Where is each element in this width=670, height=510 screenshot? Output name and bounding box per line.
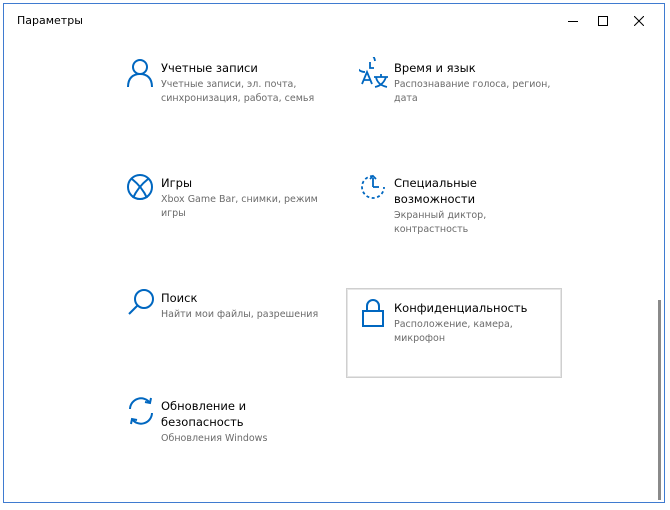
search-icon xyxy=(126,287,158,319)
vertical-scrollbar[interactable] xyxy=(658,300,661,500)
tile-name: Поиск xyxy=(161,291,198,305)
tile-description: Учетные записи, эл. почта, синхронизация… xyxy=(161,79,315,104)
maximize-icon xyxy=(598,16,608,26)
close-button[interactable] xyxy=(616,4,662,38)
settings-window: Параметры Учетные записи Учетные записи,… xyxy=(3,3,665,503)
tile-description: Распознавание голоса, регион, дата xyxy=(394,79,551,104)
xbox-icon xyxy=(126,172,158,204)
tile-name: Время и язык xyxy=(394,61,476,75)
tile-gaming[interactable]: Игры Xbox Game Bar, снимки, режим игры xyxy=(113,163,329,253)
tile-name: Учетные записи xyxy=(161,61,258,75)
tile-time-language[interactable]: Время и язык Распознавание голоса, регио… xyxy=(346,48,562,138)
tile-ease-of-access[interactable]: Специальные возможности Экранный диктор,… xyxy=(346,163,562,253)
tile-description: Найти мои файлы, разрешения xyxy=(161,309,319,320)
tile-name: Конфиденциальность xyxy=(394,301,528,315)
tile-update-security[interactable]: Обновление и безопасность Обновления Win… xyxy=(113,386,329,476)
title-bar[interactable]: Параметры xyxy=(4,4,664,38)
time-language-icon xyxy=(359,57,391,89)
minimize-icon xyxy=(568,21,578,22)
tile-name: Обновление и безопасность xyxy=(161,399,247,429)
settings-grid: Учетные записи Учетные записи, эл. почта… xyxy=(4,38,664,502)
person-icon xyxy=(126,57,158,89)
tile-name: Специальные возможности xyxy=(394,176,477,206)
tile-description: Xbox Game Bar, снимки, режим игры xyxy=(161,194,318,219)
tile-search[interactable]: Поиск Найти мои файлы, разрешения xyxy=(113,278,329,368)
tile-accounts[interactable]: Учетные записи Учетные записи, эл. почта… xyxy=(113,48,329,138)
tile-description: Обновления Windows xyxy=(161,433,268,444)
close-icon xyxy=(634,16,644,26)
tile-name: Игры xyxy=(161,176,193,190)
window-title: Параметры xyxy=(17,14,83,27)
ease-of-access-icon xyxy=(359,172,391,204)
tile-privacy[interactable]: Конфиденциальность Расположение, камера,… xyxy=(346,288,562,378)
sync-icon xyxy=(126,395,158,427)
tile-description: Экранный диктор, контрастность xyxy=(394,210,487,235)
tile-description: Расположение, камера, микрофон xyxy=(394,319,513,344)
lock-icon xyxy=(359,297,391,329)
